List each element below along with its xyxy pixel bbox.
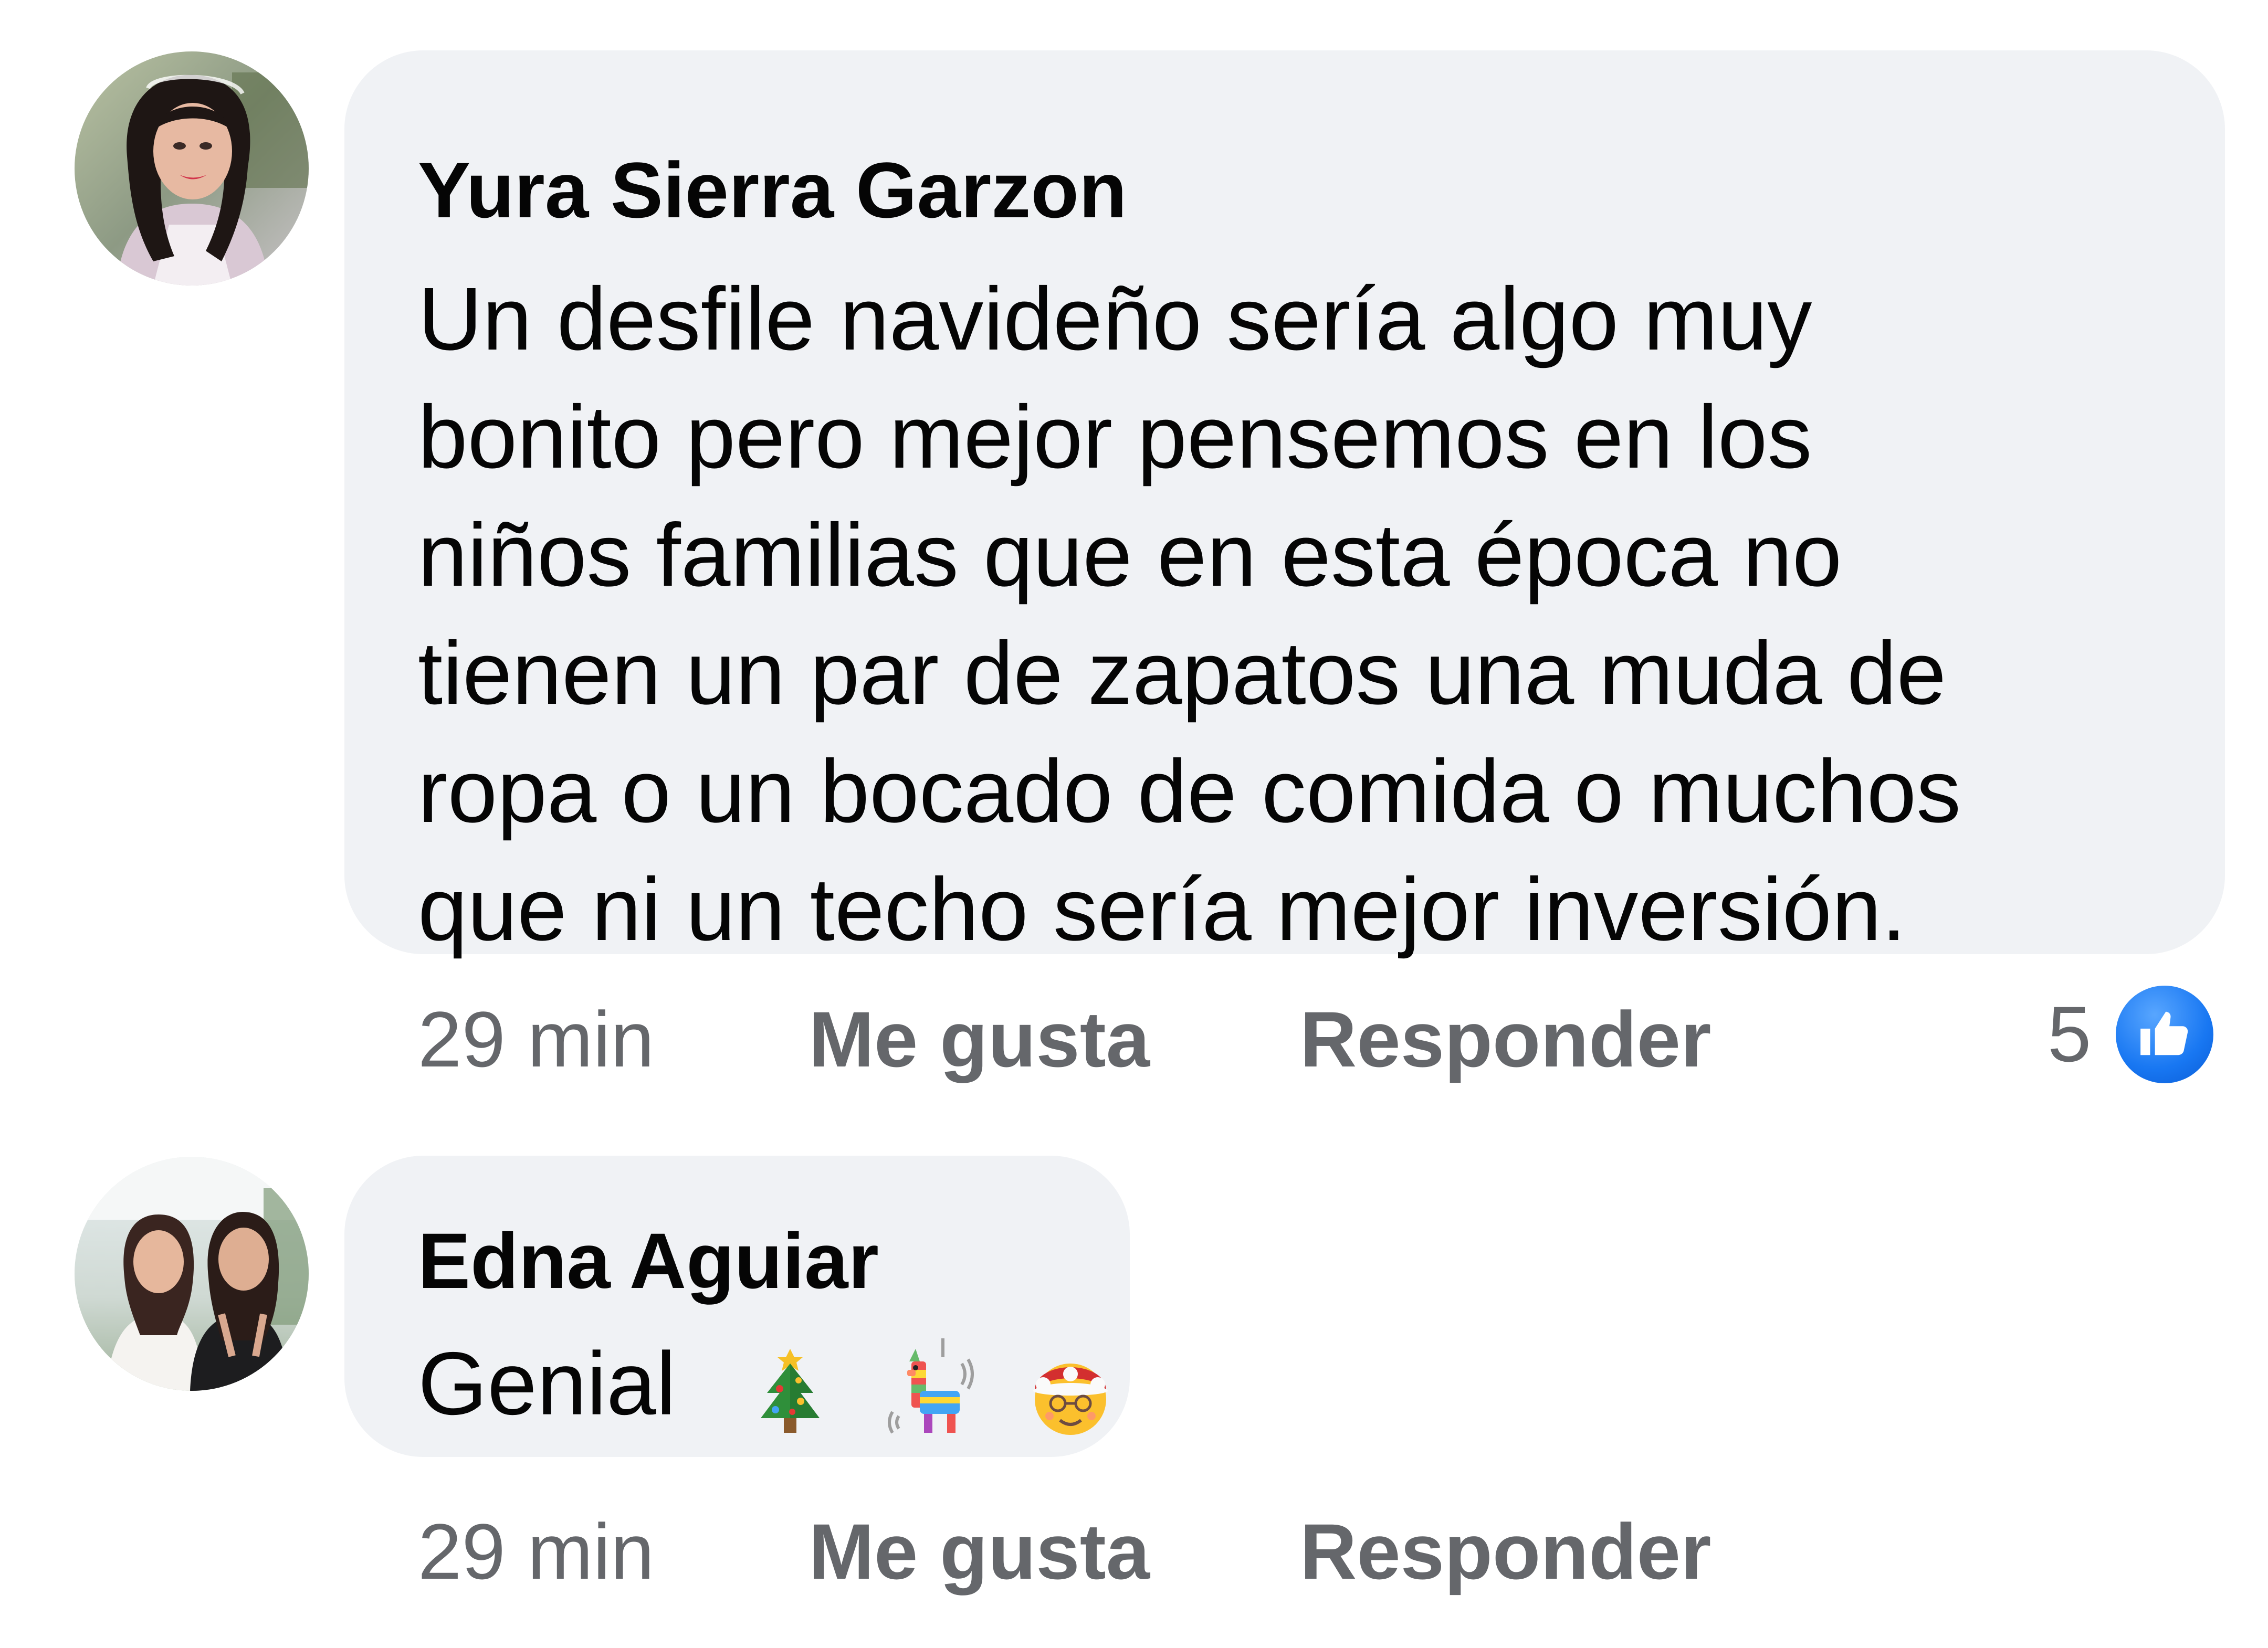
comment-actions: 29 min Me gusta Responder [418, 987, 1993, 1092]
comment-bubble: Yura Sierra Garzon Un desfile navideño s… [344, 50, 2225, 959]
profile-photo-icon [75, 1157, 309, 1391]
comment-text-line: Genial [418, 1334, 676, 1434]
reply-button[interactable]: Responder [1300, 1499, 1711, 1604]
avatar[interactable] [75, 1157, 309, 1391]
comment-text-line: que ni un techo sería mejor inversión. [418, 860, 1906, 959]
comment-timestamp[interactable]: 29 min [418, 987, 654, 1092]
pinata-icon [878, 1338, 983, 1443]
comment-bubble: Edna Aguiar Genial [344, 1156, 1130, 1457]
like-button[interactable]: Me gusta [808, 987, 1150, 1092]
like-button[interactable]: Me gusta [808, 1499, 1150, 1604]
comment-author[interactable]: Edna Aguiar [418, 1213, 1130, 1308]
comment-author[interactable]: Yura Sierra Garzon [418, 143, 2225, 237]
reply-button[interactable]: Responder [1300, 987, 1711, 1092]
comment-text-line: ropa o un bocado de comida o muchos [418, 742, 1961, 841]
comment-text-line: Un desfile navideño sería algo muy [418, 269, 1812, 369]
comment-text: Un desfile navideño sería algo muy bonit… [418, 260, 2225, 969]
comment-text-line: bonito pero mejor pensemos en los [418, 387, 1812, 487]
comment-text: Genial [418, 1318, 1130, 1443]
avatar[interactable] [75, 51, 309, 286]
profile-photo-icon [75, 51, 309, 286]
christmas-tree-icon [738, 1338, 843, 1443]
reaction-count: 5 [2048, 990, 2092, 1078]
comment-actions: 29 min Me gusta Responder [418, 1499, 1993, 1604]
like-thumb-icon [2116, 986, 2213, 1083]
reaction-summary[interactable]: 5 [2048, 981, 2226, 1086]
comment-timestamp[interactable]: 29 min [418, 1499, 654, 1604]
mrs-claus-icon [1018, 1338, 1123, 1443]
comment-text-line: tienen un par de zapatos una muda de [418, 624, 1947, 723]
comment-text-line: niños familias que en esta época no [418, 505, 1842, 605]
emoji-row [738, 1325, 1133, 1443]
